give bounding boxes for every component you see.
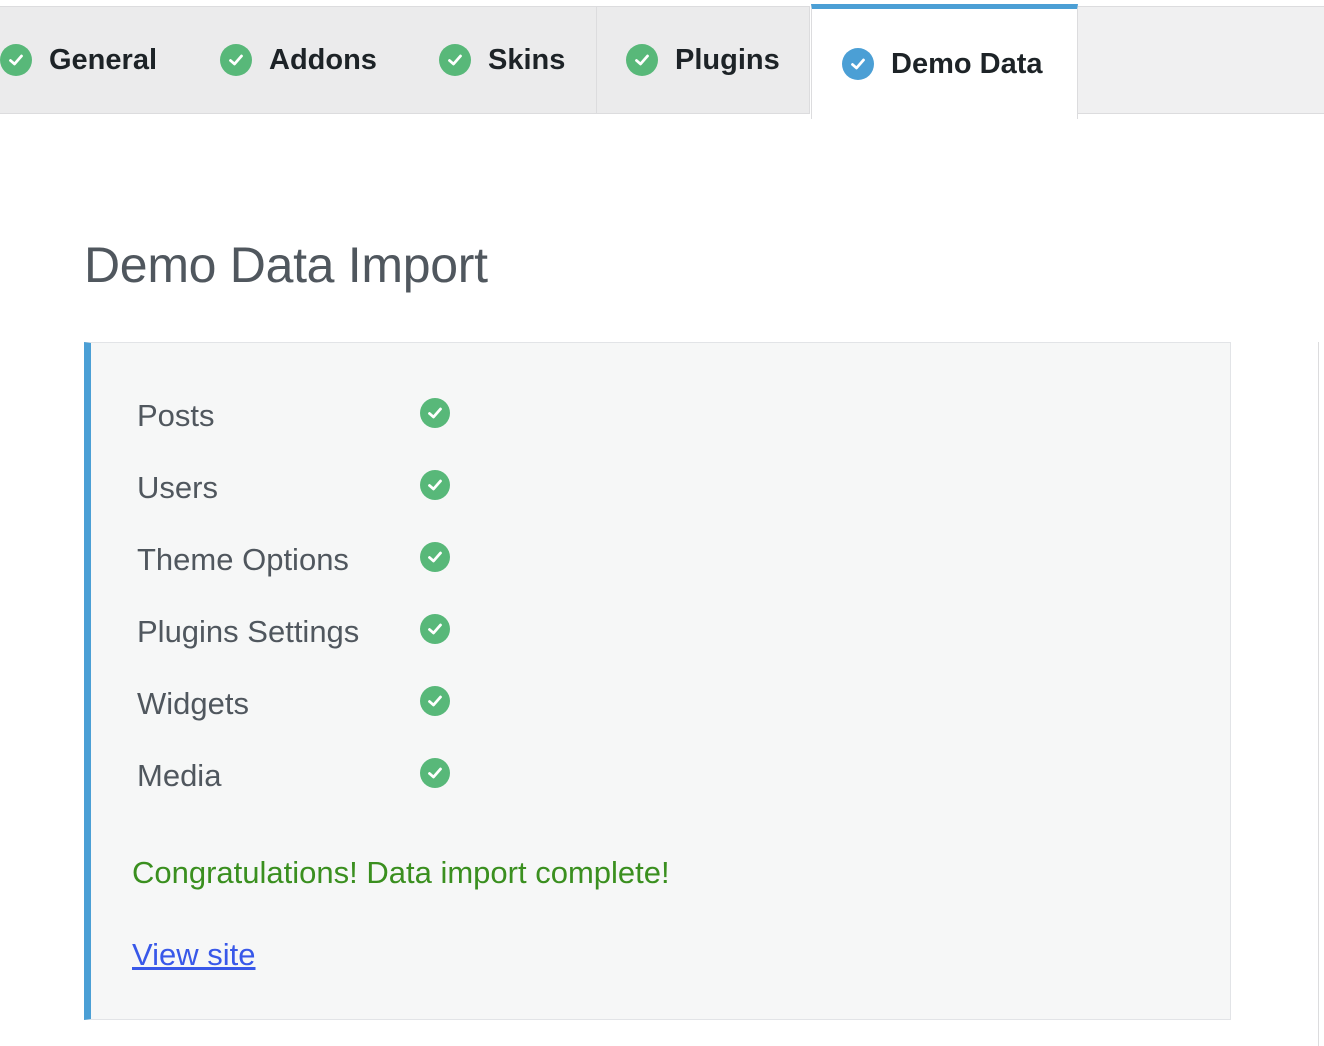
check-circle-icon: [420, 758, 450, 788]
tab-label: Demo Data: [891, 47, 1043, 80]
import-success-message: Congratulations! Data import complete!: [132, 855, 670, 890]
tab-label: Addons: [269, 43, 377, 76]
setup-wizard-page: General Addons Skins Plugins Demo Data D…: [0, 0, 1324, 1046]
check-circle-icon: [420, 398, 450, 428]
tab-bar-filler: [1078, 6, 1324, 114]
import-item-label: Media: [137, 758, 222, 793]
import-item-theme-options: Theme Options: [137, 540, 537, 580]
check-circle-icon: [626, 44, 658, 76]
check-circle-icon: [420, 686, 450, 716]
check-circle-icon: [420, 614, 450, 644]
tab-general[interactable]: General: [0, 6, 197, 114]
tab-plugins[interactable]: Plugins: [597, 6, 810, 114]
import-item-label: Plugins Settings: [137, 614, 360, 649]
import-item-label: Theme Options: [137, 542, 349, 577]
import-item-plugins-settings: Plugins Settings: [137, 612, 537, 652]
tab-label: General: [49, 43, 157, 76]
import-item-widgets: Widgets: [137, 684, 537, 724]
tab-demo-data[interactable]: Demo Data: [811, 4, 1078, 119]
import-item-label: Posts: [137, 398, 215, 433]
check-circle-icon: [439, 44, 471, 76]
check-circle-icon: [420, 470, 450, 500]
tab-label: Plugins: [675, 43, 780, 76]
import-item-label: Widgets: [137, 686, 249, 721]
import-item-label: Users: [137, 470, 218, 505]
view-site-link[interactable]: View site: [132, 937, 256, 973]
check-circle-icon: [842, 48, 874, 80]
check-circle-icon: [420, 542, 450, 572]
tab-addons[interactable]: Addons: [191, 6, 419, 114]
import-item-posts: Posts: [137, 396, 537, 436]
wizard-tab-bar: General Addons Skins Plugins Demo Data: [0, 0, 1324, 119]
page-title: Demo Data Import: [84, 237, 488, 293]
side-panel-edge: [1318, 342, 1324, 1046]
import-item-users: Users: [137, 468, 537, 508]
import-item-media: Media: [137, 756, 537, 796]
import-status-panel: Posts Users Theme Options Plugins Settin…: [84, 342, 1231, 1020]
tab-skins[interactable]: Skins: [410, 6, 597, 114]
tab-label: Skins: [488, 43, 566, 76]
check-circle-icon: [0, 44, 32, 76]
check-circle-icon: [220, 44, 252, 76]
